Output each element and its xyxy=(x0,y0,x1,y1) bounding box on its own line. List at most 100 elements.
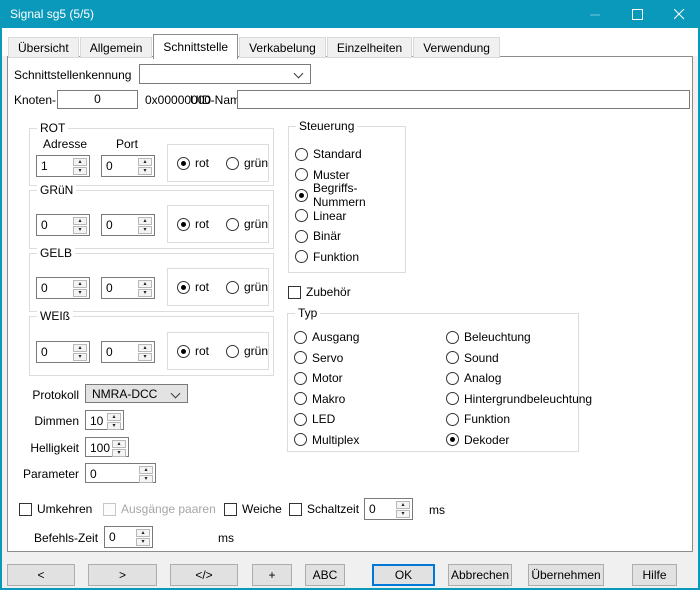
spinner-value: 100 xyxy=(90,441,110,455)
group-gruen: GRüN 0 ▴▾ 0 ▴▾ rot grün xyxy=(29,190,274,249)
spin-up-icon: ▴ xyxy=(138,158,152,166)
weiche-checkbox[interactable] xyxy=(224,503,237,516)
radio-motor[interactable] xyxy=(294,372,307,385)
tab-allgemein[interactable]: Allgemein xyxy=(80,37,153,58)
gelb-port-spinner[interactable]: 0 ▴▾ xyxy=(101,277,155,299)
radio-rot[interactable] xyxy=(177,345,190,358)
spin-buttons[interactable]: ▴▾ xyxy=(72,216,88,234)
radio-ausgang[interactable] xyxy=(294,331,307,344)
radio-rot-label: rot xyxy=(195,344,209,358)
spin-up-icon: ▴ xyxy=(73,158,87,166)
befehls-zeit-spinner[interactable]: 0 ▴▾ xyxy=(104,526,153,548)
parameter-spinner[interactable]: 0 ▴▾ xyxy=(85,463,156,483)
spin-buttons[interactable]: ▴▾ xyxy=(106,412,122,428)
radio-gruen[interactable] xyxy=(226,281,239,294)
radio-funktion-label: Funktion xyxy=(313,250,359,264)
radio-analog[interactable] xyxy=(446,372,459,385)
rot-adresse-spinner[interactable]: 1 ▴▾ xyxy=(36,155,90,177)
tab-einzelheiten[interactable]: Einzelheiten xyxy=(327,37,412,58)
spin-buttons[interactable]: ▴▾ xyxy=(137,279,153,297)
rot-port-spinner[interactable]: 0 ▴▾ xyxy=(101,155,155,177)
spin-buttons[interactable]: ▴▾ xyxy=(395,500,411,518)
schaltzeit-checkbox[interactable] xyxy=(289,503,302,516)
radio-multiplex[interactable] xyxy=(294,433,307,446)
abbrechen-button[interactable]: Abbrechen xyxy=(448,564,512,586)
tab-schnittstelle[interactable]: Schnittstelle xyxy=(153,34,238,59)
radio-gruen[interactable] xyxy=(226,218,239,231)
spin-up-icon: ▴ xyxy=(73,280,87,288)
radio-gruen[interactable] xyxy=(226,345,239,358)
uebernehmen-button[interactable]: Übernehmen xyxy=(528,564,604,586)
radio-linear[interactable] xyxy=(295,209,308,222)
umkehren-checkbox[interactable] xyxy=(19,503,32,516)
radio-sound[interactable] xyxy=(446,351,459,364)
spin-buttons[interactable]: ▴▾ xyxy=(135,528,151,546)
node-id-field[interactable]: 0 xyxy=(57,90,138,109)
zubehoer-checkbox[interactable] xyxy=(288,286,301,299)
adresse-column-label: Adresse xyxy=(43,137,87,151)
helligkeit-spinner[interactable]: 100 ▴▾ xyxy=(85,437,129,457)
spin-down-icon: ▾ xyxy=(138,289,152,297)
tab-verwendung[interactable]: Verwendung xyxy=(413,37,500,58)
spin-buttons[interactable]: ▴▾ xyxy=(138,465,154,481)
weiss-port-spinner[interactable]: 0 ▴▾ xyxy=(101,341,155,363)
radio-binaer-label: Binär xyxy=(313,229,341,243)
radio-binaer[interactable] xyxy=(295,230,308,243)
radio-hintergrundbeleuchtung-label: Hintergrundbeleuchtung xyxy=(464,392,592,406)
tab-uebersicht[interactable]: Übersicht xyxy=(8,37,79,58)
spin-buttons[interactable]: ▴▾ xyxy=(137,157,153,175)
radio-rot[interactable] xyxy=(177,157,190,170)
radio-beleuchtung[interactable] xyxy=(446,331,459,344)
maximize-button[interactable] xyxy=(616,0,658,28)
gruen-adresse-spinner[interactable]: 0 ▴▾ xyxy=(36,214,90,236)
dimmen-spinner[interactable]: 10 ▴▾ xyxy=(85,410,124,430)
abc-button[interactable]: ABC xyxy=(305,564,345,586)
gelb-adresse-spinner[interactable]: 0 ▴▾ xyxy=(36,277,90,299)
radio-servo[interactable] xyxy=(294,351,307,364)
spin-buttons[interactable]: ▴▾ xyxy=(137,343,153,361)
radio-led[interactable] xyxy=(294,413,307,426)
radio-hintergrundbeleuchtung[interactable] xyxy=(446,392,459,405)
uid-name-field[interactable] xyxy=(237,90,690,109)
ausgaenge-paaren-checkbox-row: Ausgänge paaren xyxy=(103,502,216,516)
spin-up-icon: ▴ xyxy=(112,440,126,448)
minimize-icon xyxy=(574,0,616,28)
protokoll-dropdown[interactable]: NMRA-DCC xyxy=(85,384,188,403)
radio-gruen[interactable] xyxy=(226,157,239,170)
radio-dekoder[interactable] xyxy=(446,433,459,446)
radio-muster[interactable] xyxy=(295,168,308,181)
interface-id-combobox[interactable] xyxy=(139,64,311,84)
radio-funktion[interactable] xyxy=(295,250,308,263)
radio-rot[interactable] xyxy=(177,281,190,294)
radio-makro[interactable] xyxy=(294,392,307,405)
tab-verkabelung[interactable]: Verkabelung xyxy=(239,37,326,58)
spin-up-icon: ▴ xyxy=(138,280,152,288)
spin-buttons[interactable]: ▴▾ xyxy=(111,439,127,455)
spin-buttons[interactable]: ▴▾ xyxy=(72,157,88,175)
gelb-color-radiobox: rot grün xyxy=(167,268,269,306)
gruen-port-spinner[interactable]: 0 ▴▾ xyxy=(101,214,155,236)
radio-funktion-typ[interactable] xyxy=(446,413,459,426)
hilfe-button[interactable]: Hilfe xyxy=(632,564,677,586)
befehls-zeit-unit-label: ms xyxy=(218,531,234,545)
close-button[interactable] xyxy=(658,0,700,28)
schaltzeit-spinner[interactable]: 0 ▴▾ xyxy=(364,498,413,520)
radio-standard[interactable] xyxy=(295,148,308,161)
spin-up-icon: ▴ xyxy=(138,217,152,225)
interface-id-label: Schnittstellenkennung xyxy=(14,68,131,82)
ok-button[interactable]: OK xyxy=(372,564,435,586)
spin-buttons[interactable]: ▴▾ xyxy=(137,216,153,234)
radio-rot[interactable] xyxy=(177,218,190,231)
spin-buttons[interactable]: ▴▾ xyxy=(72,279,88,297)
tab-panel: Schnittstellenkennung Knoten-ID 0 0x0000… xyxy=(7,56,693,552)
prev-button[interactable]: < xyxy=(7,564,75,586)
add-button[interactable]: + xyxy=(252,564,292,586)
next-button[interactable]: > xyxy=(88,564,157,586)
spinner-value: 0 xyxy=(106,281,113,295)
radio-sound-label: Sound xyxy=(464,351,499,365)
spin-buttons[interactable]: ▴▾ xyxy=(72,343,88,361)
radio-begriffs-nummern[interactable] xyxy=(295,189,308,202)
weiss-adresse-spinner[interactable]: 0 ▴▾ xyxy=(36,341,90,363)
radio-funktion-typ-label: Funktion xyxy=(464,412,510,426)
code-button[interactable]: </> xyxy=(170,564,238,586)
